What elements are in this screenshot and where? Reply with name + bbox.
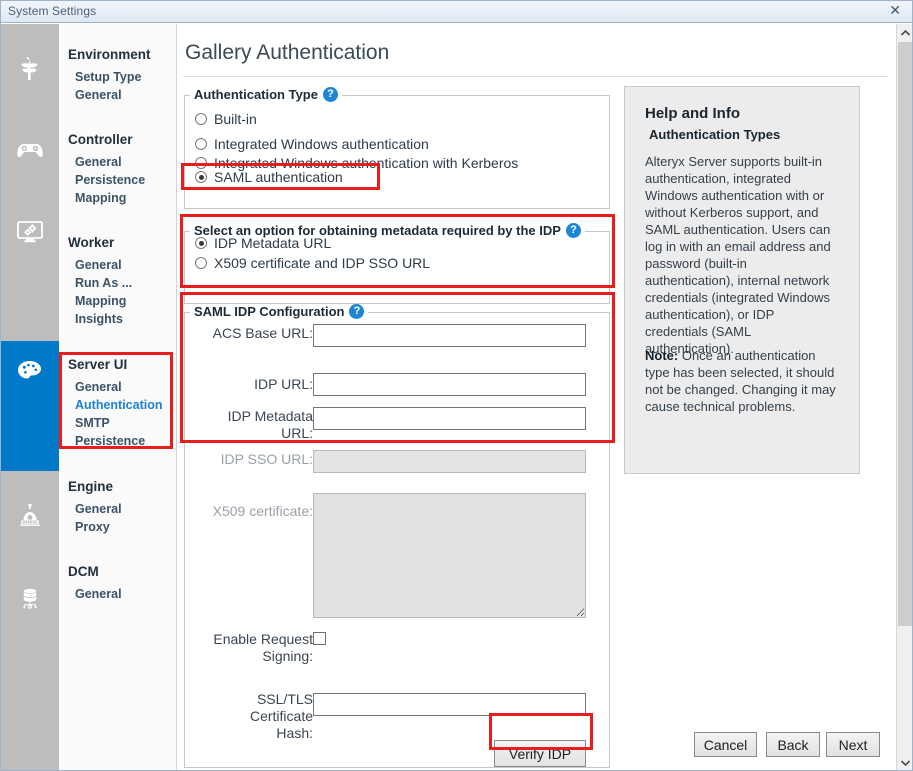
database-icon — [15, 584, 45, 614]
idp-metadata-url-label: IDP Metadata URL: — [198, 408, 313, 442]
help-subtitle: Authentication Types — [649, 127, 780, 142]
title-divider — [183, 76, 887, 77]
system-settings-window: System Settings ✕ — [0, 0, 913, 771]
verify-idp-button[interactable]: Verify IDP — [494, 740, 586, 767]
ssl-tls-certificate-hash-input[interactable] — [313, 693, 586, 716]
sidebar-item-controller-persistence[interactable]: Persistence — [75, 173, 145, 187]
radio-indicator — [195, 113, 207, 125]
sidebar-item-engine-general[interactable]: General — [75, 502, 122, 516]
sidebar-item-authentication[interactable]: Authentication — [75, 398, 163, 412]
radio-indicator — [195, 171, 207, 183]
sidebar-item-setup-type[interactable]: Setup Type — [75, 70, 141, 84]
idp-url-input[interactable] — [313, 373, 586, 396]
x509-certificate-label: X509 certificate: — [198, 503, 313, 520]
radio-label: Built-in — [214, 111, 257, 127]
sidebar-item-worker-general[interactable]: General — [75, 258, 122, 272]
back-button[interactable]: Back — [766, 732, 820, 757]
radio-saml-authentication[interactable]: SAML authentication — [195, 169, 343, 185]
acs-base-url-label: ACS Base URL: — [208, 325, 313, 342]
enable-request-signing-label: Enable Request Signing: — [213, 631, 313, 665]
authentication-type-legend: Authentication Type ? — [190, 87, 342, 102]
idp-metadata-url-input[interactable] — [313, 407, 586, 430]
icon-rail — [0, 24, 59, 771]
x509-certificate-input — [313, 493, 586, 618]
rail-item-dcm[interactable] — [0, 569, 59, 629]
saml-idp-configuration-legend-text: SAML IDP Configuration — [194, 304, 344, 319]
close-icon[interactable]: ✕ — [886, 2, 904, 19]
radio-label: SAML authentication — [214, 169, 343, 185]
help-icon-saml-configuration[interactable]: ? — [349, 304, 364, 319]
sidebar-item-dcm-general[interactable]: General — [75, 587, 122, 601]
nav-group-dcm: DCM — [68, 564, 99, 579]
sidebar-item-controller-general[interactable]: General — [75, 155, 122, 169]
radio-indicator — [195, 237, 207, 249]
enable-request-signing-checkbox[interactable] — [313, 632, 326, 645]
nav-group-engine: Engine — [68, 479, 113, 494]
game-controller-icon — [14, 134, 46, 166]
radio-idp-metadata-url[interactable]: IDP Metadata URL — [195, 235, 331, 251]
sidebar-item-proxy[interactable]: Proxy — [75, 520, 110, 534]
settings-nav-panel: Environment Setup Type General Controlle… — [59, 24, 177, 771]
rail-item-environment[interactable] — [0, 40, 59, 100]
idp-sso-url-input — [313, 450, 586, 473]
rail-item-controller[interactable] — [0, 120, 59, 180]
next-button[interactable]: Next — [826, 732, 880, 757]
monitor-gears-icon — [14, 214, 46, 246]
rail-item-engine[interactable] — [0, 485, 59, 545]
sidebar-item-worker-mapping[interactable]: Mapping — [75, 294, 126, 308]
rail-item-worker[interactable] — [0, 200, 59, 260]
radio-indicator — [195, 157, 207, 169]
help-icon-authentication-type[interactable]: ? — [323, 87, 338, 102]
radio-built-in[interactable]: Built-in — [195, 111, 257, 127]
scrollbar-thumb[interactable] — [898, 42, 913, 626]
leaf-icon — [15, 55, 45, 85]
train-engine-icon — [15, 500, 45, 530]
rail-item-server-ui[interactable] — [0, 341, 59, 401]
radio-x509-idp-sso-url[interactable]: X509 certificate and IDP SSO URL — [195, 255, 430, 271]
scroll-up-icon[interactable] — [897, 24, 913, 41]
authentication-type-legend-text: Authentication Type — [194, 87, 318, 102]
radio-indicator — [195, 257, 207, 269]
help-body-text: Alteryx Server supports built-in authent… — [645, 153, 839, 357]
nav-group-environment: Environment — [68, 47, 151, 62]
help-title: Help and Info — [645, 105, 740, 122]
sidebar-item-server-ui-persistence[interactable]: Persistence — [75, 434, 145, 448]
radio-indicator — [195, 138, 207, 150]
saml-idp-configuration-legend: SAML IDP Configuration ? — [190, 304, 368, 319]
nav-group-worker: Worker — [68, 235, 114, 250]
help-icon-metadata-option[interactable]: ? — [566, 223, 581, 238]
radio-label: Integrated Windows authentication — [214, 136, 429, 152]
sidebar-item-worker-run-as[interactable]: Run As ... — [75, 276, 132, 290]
cancel-button[interactable]: Cancel — [694, 732, 757, 757]
scroll-down-icon[interactable] — [897, 754, 913, 771]
idp-url-label: IDP URL: — [208, 376, 313, 393]
window-title: System Settings — [8, 4, 96, 18]
radio-integrated-windows[interactable]: Integrated Windows authentication — [195, 136, 429, 152]
sidebar-item-controller-mapping[interactable]: Mapping — [75, 191, 126, 205]
title-bar: System Settings ✕ — [0, 0, 913, 23]
content-pane: Gallery Authentication Authentication Ty… — [178, 24, 896, 771]
nav-group-server-ui: Server UI — [68, 357, 127, 372]
nav-group-controller: Controller — [68, 132, 133, 147]
vertical-scrollbar[interactable] — [896, 24, 913, 771]
acs-base-url-input[interactable] — [313, 324, 586, 347]
radio-label: IDP Metadata URL — [214, 235, 331, 251]
sidebar-item-worker-insights[interactable]: Insights — [75, 312, 123, 326]
idp-sso-url-label: IDP SSO URL: — [208, 451, 313, 468]
sidebar-item-smtp[interactable]: SMTP — [75, 416, 110, 430]
palette-icon — [14, 355, 46, 387]
page-title: Gallery Authentication — [185, 41, 389, 65]
sidebar-item-server-ui-general[interactable]: General — [75, 380, 122, 394]
ssl-tls-certificate-hash-label: SSL/TLS Certificate Hash: — [213, 691, 313, 742]
radio-label: X509 certificate and IDP SSO URL — [214, 255, 430, 271]
help-and-info-panel: Help and Info Authentication Types Alter… — [624, 86, 860, 474]
sidebar-item-environment-general[interactable]: General — [75, 88, 122, 102]
help-note-label: Note: — [645, 348, 678, 363]
help-note-text: Note: Once an authentication type has be… — [645, 347, 839, 415]
